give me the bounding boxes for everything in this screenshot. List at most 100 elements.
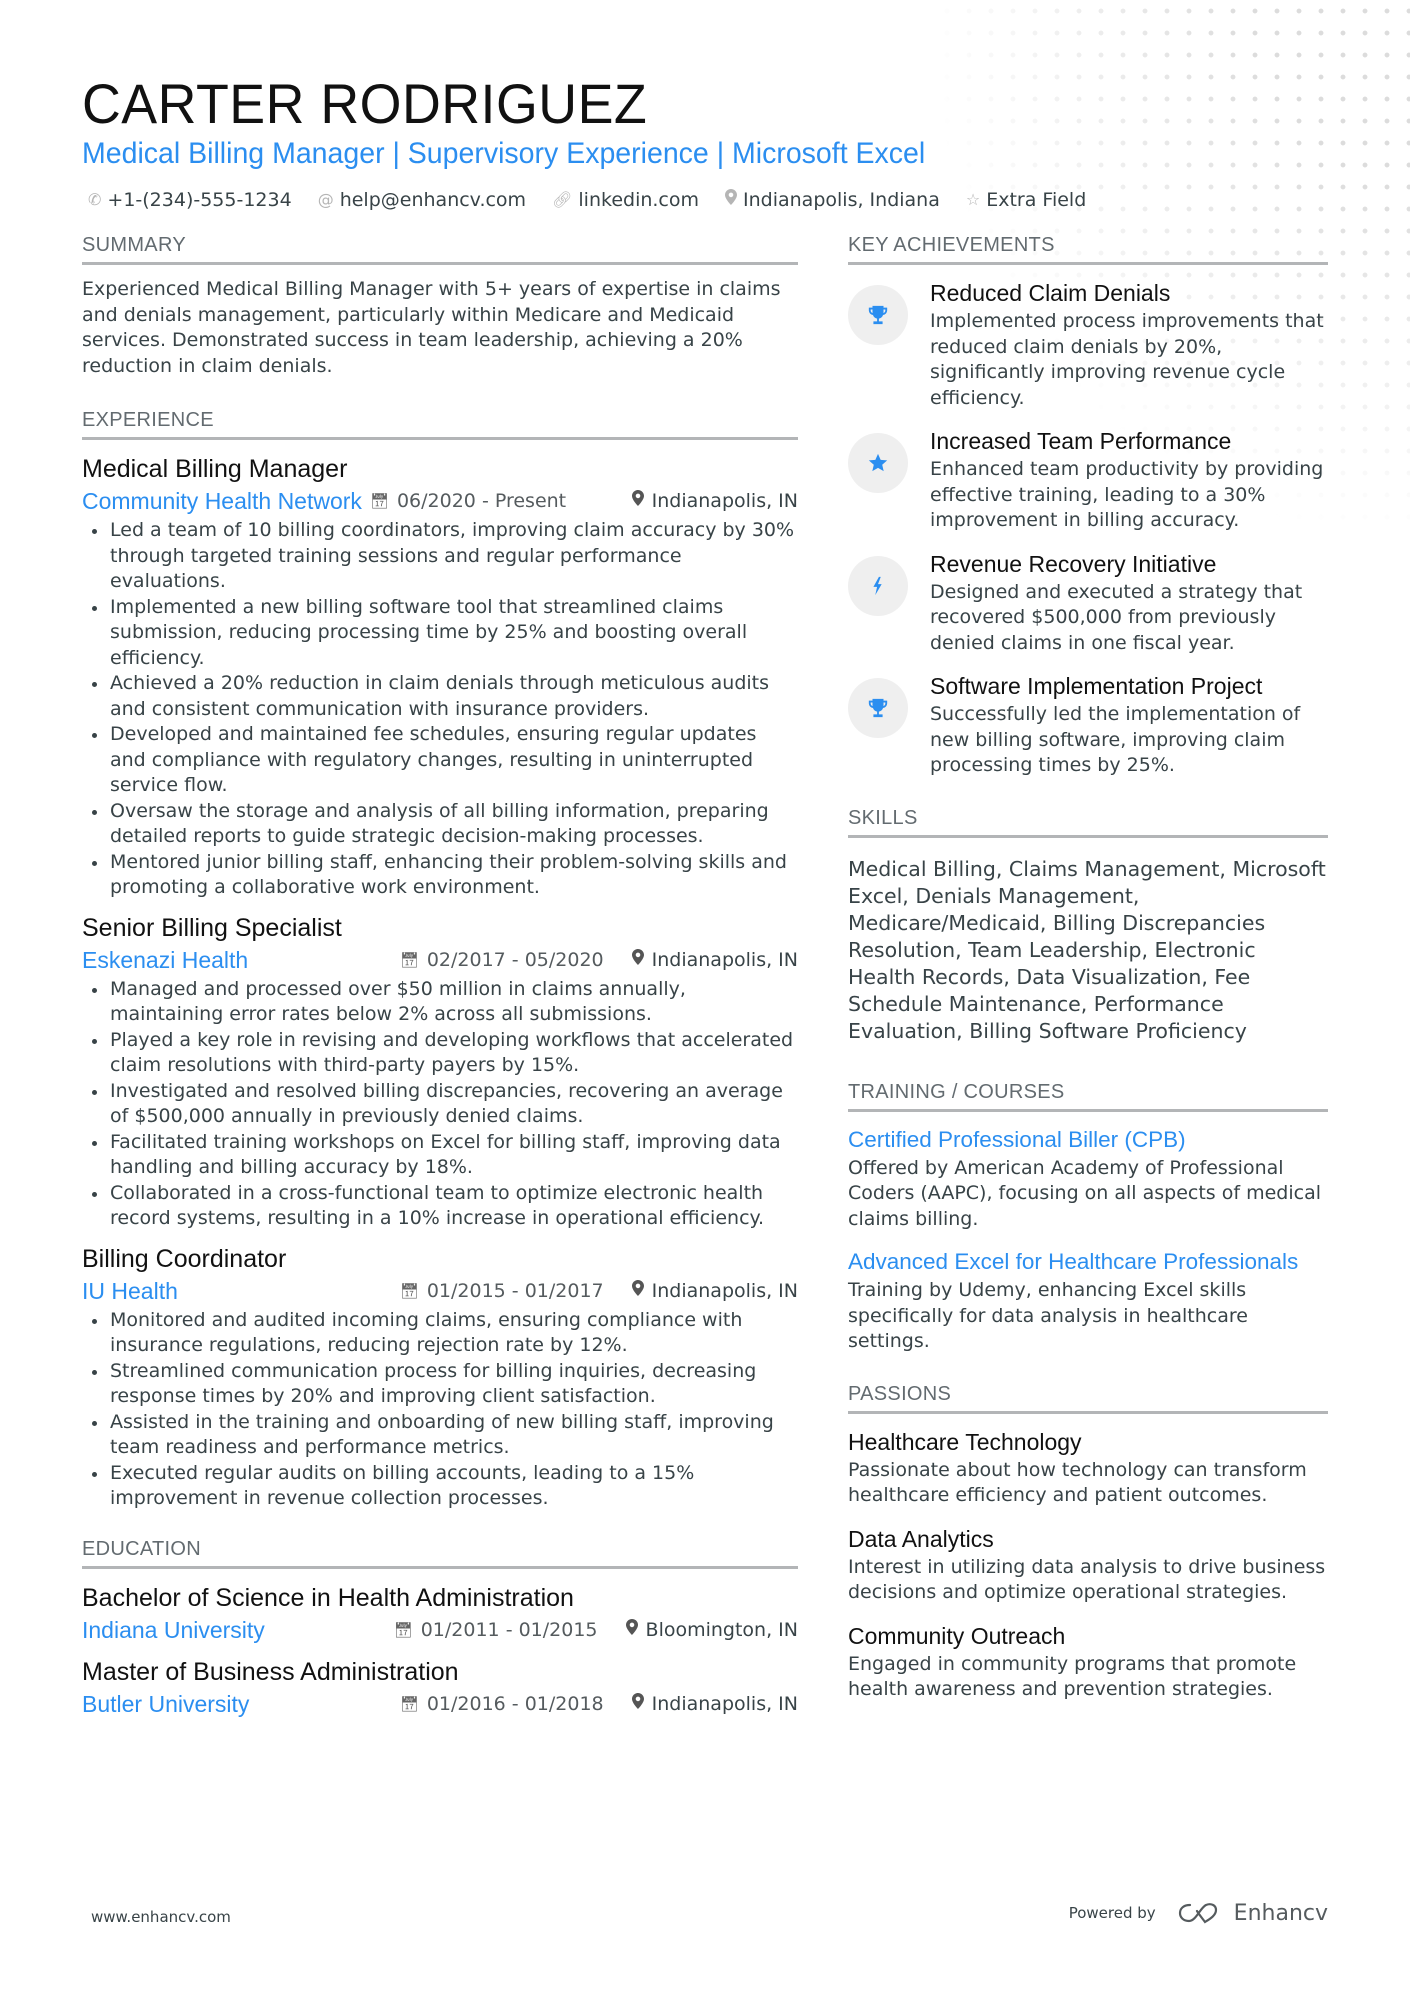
at-icon: @ bbox=[317, 190, 334, 209]
passion-desc: Engaged in community programs that promo… bbox=[848, 1652, 1297, 1701]
job-location-text: Indianapolis, IN bbox=[651, 1279, 798, 1302]
skills-text: Medical Billing, Claims Management, Micr… bbox=[848, 856, 1326, 1043]
contact-linkedin[interactable]: 🔗︎ linkedin.com bbox=[552, 186, 699, 214]
job-dates: 📅︎ 02/2017 - 05/2020 bbox=[400, 945, 604, 975]
link-icon: 🔗︎ bbox=[552, 190, 573, 209]
left-column: SUMMARY Experienced Medical Billing Mana… bbox=[82, 232, 798, 1719]
passion-title: Community Outreach bbox=[848, 1622, 1066, 1649]
experience-section: EXPERIENCE Medical Billing Manager Commu… bbox=[82, 407, 798, 1512]
contact-extra: ☆ Extra Field bbox=[966, 186, 1086, 214]
job-location: Indianapolis, IN bbox=[631, 486, 798, 516]
location-icon bbox=[725, 186, 738, 214]
job-company[interactable]: Eskenazi Health bbox=[82, 945, 248, 975]
location-pin-icon bbox=[625, 1615, 638, 1645]
achievement-item: Reduced Claim Denials Implemented proces… bbox=[848, 277, 1328, 411]
calendar-icon: 📅︎ bbox=[369, 492, 389, 510]
job-entry: Medical Billing Manager Community Health… bbox=[82, 452, 798, 901]
candidate-name: CARTER RODRIGUEZ bbox=[82, 72, 648, 135]
course-title[interactable]: Advanced Excel for Healthcare Profession… bbox=[848, 1246, 1328, 1278]
passion-title: Data Analytics bbox=[848, 1525, 994, 1552]
achievement-desc: Successfully led the implementation of n… bbox=[930, 703, 1301, 776]
achievement-desc: Designed and executed a strategy that re… bbox=[930, 580, 1303, 654]
job-dates-text: 02/2017 - 05/2020 bbox=[426, 948, 604, 971]
footer-website[interactable]: www.enhancv.com bbox=[91, 1908, 231, 1926]
contact-email-text: help@enhancv.com bbox=[339, 189, 527, 211]
enhancv-logo-icon bbox=[1178, 1903, 1217, 1924]
enhancv-logo[interactable]: Enhancv bbox=[1178, 1900, 1328, 1926]
passion-item: Community Outreach Engaged in community … bbox=[848, 1620, 1328, 1703]
education-location: Bloomington, IN bbox=[625, 1615, 798, 1645]
job-location: Indianapolis, IN bbox=[631, 945, 798, 975]
enhancv-logo-text: Enhancv bbox=[1233, 1900, 1328, 1926]
job-dates: 📅︎ 01/2015 - 01/2017 bbox=[400, 1276, 604, 1306]
degree-title: Bachelor of Science in Health Administra… bbox=[82, 1583, 574, 1612]
job-bullet: Streamlined communication process for bi… bbox=[82, 1359, 798, 1410]
location-pin-icon bbox=[631, 945, 644, 975]
job-bullets: Monitored and audited incoming claims, e… bbox=[82, 1308, 798, 1512]
footer-branding: Powered by Enhancv bbox=[1069, 1900, 1328, 1926]
achievement-title: Revenue Recovery Initiative bbox=[930, 550, 1217, 577]
job-bullet: Played a key role in revising and develo… bbox=[82, 1028, 798, 1079]
job-meta: Eskenazi Health 📅︎ 02/2017 - 05/2020 Ind… bbox=[82, 945, 798, 975]
job-bullets: Led a team of 10 billing coordinators, i… bbox=[82, 518, 798, 901]
achievement-item: Software Implementation Project Successf… bbox=[848, 670, 1328, 779]
summary-section: SUMMARY Experienced Medical Billing Mana… bbox=[82, 232, 798, 379]
right-column: KEY ACHIEVEMENTS Reduced Claim Denials I… bbox=[848, 232, 1328, 1717]
course-item: Advanced Excel for Healthcare Profession… bbox=[848, 1246, 1328, 1355]
location-pin-icon bbox=[631, 1689, 644, 1719]
job-bullet: Managed and processed over $50 million i… bbox=[82, 977, 798, 1028]
section-title-training: TRAINING / COURSES bbox=[848, 1079, 1328, 1112]
calendar-icon: 📅︎ bbox=[399, 1694, 419, 1713]
achievements-section: KEY ACHIEVEMENTS Reduced Claim Denials I… bbox=[848, 232, 1328, 779]
education-location: Indianapolis, IN bbox=[631, 1689, 798, 1719]
contact-email[interactable]: @ help@enhancv.com bbox=[318, 186, 526, 214]
passion-desc: Interest in utilizing data analysis to d… bbox=[848, 1555, 1326, 1604]
section-title-achievements: KEY ACHIEVEMENTS bbox=[848, 232, 1328, 265]
job-dates: 📅︎ 06/2020 - Present bbox=[370, 486, 566, 516]
summary-text: Experienced Medical Billing Manager with… bbox=[82, 278, 781, 377]
job-bullet: Investigated and resolved billing discre… bbox=[82, 1079, 798, 1130]
course-desc: Offered by American Academy of Professio… bbox=[848, 1156, 1321, 1230]
job-title: Billing Coordinator bbox=[82, 1244, 287, 1273]
education-dates-text: 01/2011 - 01/2015 bbox=[420, 1618, 598, 1641]
contact-phone[interactable]: ✆ +1-(234)-555-1234 bbox=[88, 186, 292, 214]
achievement-item: Increased Team Performance Enhanced team… bbox=[848, 425, 1328, 534]
education-meta: Indiana University 📅︎ 01/2011 - 01/2015 … bbox=[82, 1615, 798, 1645]
passion-item: Healthcare Technology Passionate about h… bbox=[848, 1426, 1328, 1509]
education-dates: 📅︎ 01/2011 - 01/2015 bbox=[394, 1615, 598, 1645]
job-company[interactable]: IU Health bbox=[82, 1276, 178, 1306]
degree-title: Master of Business Administration bbox=[82, 1657, 459, 1686]
course-desc: Training by Udemy, enhancing Excel skill… bbox=[848, 1279, 1248, 1352]
job-bullet: Executed regular audits on billing accou… bbox=[82, 1461, 798, 1512]
candidate-headline: Medical Billing Manager | Supervisory Ex… bbox=[82, 137, 926, 170]
calendar-icon: 📅︎ bbox=[393, 1620, 413, 1639]
achievement-desc: Implemented process improvements that re… bbox=[930, 310, 1324, 409]
star-outline-icon: ☆ bbox=[965, 190, 981, 209]
contact-location: Indianapolis, Indiana bbox=[725, 186, 940, 214]
calendar-icon: 📅︎ bbox=[399, 1281, 419, 1300]
job-meta: Community Health Network 📅︎ 06/2020 - Pr… bbox=[82, 486, 798, 516]
achievement-item: Revenue Recovery Initiative Designed and… bbox=[848, 548, 1328, 657]
skills-section: SKILLS Medical Billing, Claims Managemen… bbox=[848, 805, 1328, 1045]
section-title-passions: PASSIONS bbox=[848, 1381, 1328, 1414]
education-entry: Master of Business Administration Butler… bbox=[82, 1655, 798, 1719]
course-title[interactable]: Certified Professional Biller (CPB) bbox=[848, 1124, 1328, 1156]
achievement-title: Reduced Claim Denials bbox=[930, 280, 1171, 306]
job-location-text: Indianapolis, IN bbox=[651, 490, 798, 512]
section-title-experience: EXPERIENCE bbox=[82, 407, 798, 440]
job-bullet: Developed and maintained fee schedules, … bbox=[82, 722, 798, 799]
school-name[interactable]: Butler University bbox=[82, 1689, 249, 1719]
course-item: Certified Professional Biller (CPB) Offe… bbox=[848, 1124, 1328, 1233]
location-pin-icon bbox=[631, 486, 644, 516]
job-bullet: Oversaw the storage and analysis of all … bbox=[82, 799, 798, 850]
job-title: Medical Billing Manager bbox=[82, 455, 348, 483]
job-entry: Senior Billing Specialist Eskenazi Healt… bbox=[82, 911, 798, 1232]
education-location-text: Indianapolis, IN bbox=[651, 1692, 798, 1715]
job-company[interactable]: Community Health Network bbox=[82, 486, 362, 516]
passion-title: Healthcare Technology bbox=[848, 1428, 1082, 1455]
education-section: EDUCATION Bachelor of Science in Health … bbox=[82, 1536, 798, 1719]
section-title-education: EDUCATION bbox=[82, 1536, 798, 1569]
job-dates-text: 01/2015 - 01/2017 bbox=[426, 1279, 604, 1302]
education-location-text: Bloomington, IN bbox=[645, 1618, 798, 1641]
school-name[interactable]: Indiana University bbox=[82, 1615, 265, 1645]
